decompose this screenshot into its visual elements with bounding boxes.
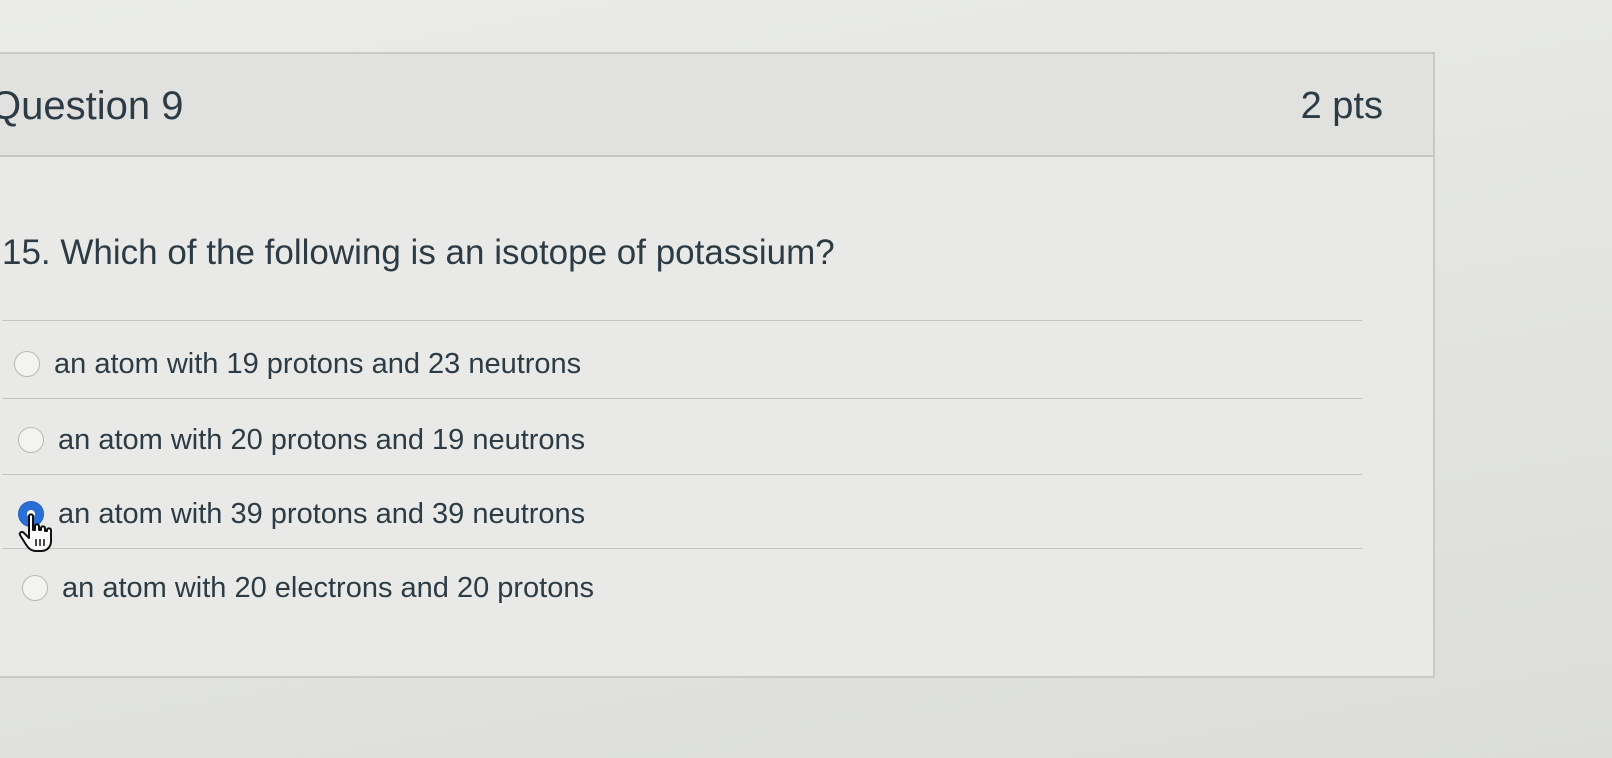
answer-divider xyxy=(2,548,1362,549)
answer-radio-3[interactable] xyxy=(18,501,44,527)
question-points: 2 pts xyxy=(1300,85,1383,127)
answer-option-3[interactable]: an atom with 39 protons and 39 neutrons xyxy=(18,494,585,534)
question-card: Question 9 2 pts 15. Which of the follow… xyxy=(0,52,1435,678)
answer-option-1[interactable]: an atom with 19 protons and 23 neutrons xyxy=(14,344,581,384)
answer-label-4: an atom with 20 electrons and 20 protons xyxy=(62,571,594,604)
answer-radio-4[interactable] xyxy=(22,575,48,601)
answer-radio-2[interactable] xyxy=(18,427,44,453)
quiz-page: Question 9 2 pts 15. Which of the follow… xyxy=(0,0,1612,758)
answer-label-1: an atom with 19 protons and 23 neutrons xyxy=(54,347,582,380)
answer-label-3: an atom with 39 protons and 39 neutrons xyxy=(58,497,586,530)
answer-option-2[interactable]: an atom with 20 protons and 19 neutrons xyxy=(18,420,585,460)
answer-option-4[interactable]: an atom with 20 electrons and 20 protons xyxy=(22,568,594,608)
question-header: Question 9 2 pts xyxy=(0,54,1433,157)
answer-label-2: an atom with 20 protons and 19 neutrons xyxy=(58,423,586,456)
answers-top-divider xyxy=(2,320,1362,321)
answer-divider xyxy=(2,398,1362,399)
question-title: Question 9 xyxy=(0,84,184,128)
question-prompt: 15. Which of the following is an isotope… xyxy=(2,233,835,272)
answer-radio-1[interactable] xyxy=(14,351,40,377)
answer-divider xyxy=(2,474,1362,475)
